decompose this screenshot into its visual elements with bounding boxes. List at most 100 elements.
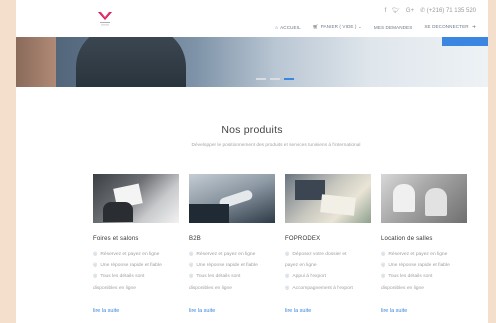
social-links: f 🐦︎ G+ ✆ (+216) 71 135 520 xyxy=(385,7,476,15)
feature-list: ◎ Réservez et payez en ligne ◎ Une réponse… xyxy=(381,249,469,294)
nav-accueil[interactable]: ⌂ ACCUEIL xyxy=(275,25,301,30)
feature-text: Réservez et payez en ligne xyxy=(196,252,256,257)
nav-panier[interactable]: 🛒︎ PANIER ( VIDE ) ⌄ xyxy=(313,24,362,30)
check-circle-icon: ◎ xyxy=(381,262,386,269)
check-circle-icon: ◎ xyxy=(93,262,98,269)
document-shape xyxy=(320,194,356,216)
hero-image-face xyxy=(16,37,56,87)
hero-image-person xyxy=(76,37,186,87)
check-circle-icon: ◎ xyxy=(189,251,194,257)
feature-item: ◎ Déposez votre dossier et xyxy=(285,249,373,260)
check-circle-icon: ◎ xyxy=(189,262,194,269)
product-title: Foires et salons xyxy=(93,236,139,242)
slider-dot[interactable] xyxy=(256,78,266,80)
feature-list: ◎ Réservez et payez en ligne ◎ Une réponse… xyxy=(189,249,277,294)
chevron-down-icon: ⌄ xyxy=(357,24,362,29)
suit-shape xyxy=(189,204,229,223)
feature-text: Tous les détails sont xyxy=(196,274,241,280)
feature-text: Accompagnement à l'export xyxy=(292,285,353,291)
nav-accueil-label: ACCUEIL xyxy=(280,24,301,30)
phone-icon: ✆ xyxy=(420,8,426,14)
check-circle-icon: ◎ xyxy=(285,284,290,291)
hero-button[interactable] xyxy=(442,37,488,46)
chair-shape xyxy=(425,188,447,216)
feature-item: ◎ Accompagnement à l'export xyxy=(285,283,373,294)
feature-item: ◎ Une réponse rapide et fiable xyxy=(381,260,469,271)
logout-icon: ➜ xyxy=(472,24,476,29)
phone-number: ✆ (+216) 71 135 520 xyxy=(420,7,476,14)
person-shape xyxy=(103,202,133,222)
check-circle-icon: ◎ xyxy=(285,251,290,257)
feature-item: ◎ Réservez et payez en ligne xyxy=(93,249,181,260)
product-card-foires: Foires et salons ◎ Réservez et payez en l… xyxy=(93,174,181,314)
nav-deconnecter[interactable]: SE DECONNECTER ➜ xyxy=(424,24,476,30)
product-title: B2B xyxy=(189,236,201,242)
product-card-foprodex: FOPRODEX ◎ Déposez votre dossier et payez… xyxy=(285,174,373,314)
nav-panier-label: PANIER ( VIDE ) xyxy=(320,24,357,29)
page: f 🐦︎ G+ ✆ (+216) 71 135 520 ⌂ ACCUEIL 🛒︎ P… xyxy=(16,0,488,323)
google-plus-icon[interactable]: G+ xyxy=(406,8,414,14)
nav-mes-demandes[interactable]: MES DEMANDES xyxy=(374,25,412,30)
product-image[interactable] xyxy=(381,174,467,223)
read-more-link[interactable]: lire la suite xyxy=(285,308,311,314)
product-title: Location de salles xyxy=(381,236,433,242)
feature-text: Appui à l'export xyxy=(292,274,326,280)
feature-text: disponibles en ligne xyxy=(189,285,232,291)
slider-dot[interactable] xyxy=(270,78,280,80)
products-grid: Foires et salons ◎ Réservez et payez en l… xyxy=(93,174,473,323)
feature-item: ◎ Tous les détails sont xyxy=(189,271,277,282)
feature-text: Réservez et payez en ligne xyxy=(100,252,160,257)
section-title: Nos produits xyxy=(221,124,283,136)
facebook-icon[interactable]: f xyxy=(385,8,387,14)
feature-text: Réservez et payez en ligne xyxy=(388,252,448,257)
nav-mes-demandes-label: MES DEMANDES xyxy=(373,24,413,30)
product-card-location: Location de salles ◎ Réservez et payez en… xyxy=(381,174,469,314)
top-bar: f 🐦︎ G+ ✆ (+216) 71 135 520 ⌂ ACCUEIL 🛒︎ P… xyxy=(16,0,488,37)
feature-item: ◎ Tous les détails sont xyxy=(93,271,181,282)
feature-item: ◎ Réservez et payez en ligne xyxy=(381,249,469,260)
feature-text: Déposez votre dossier et xyxy=(292,252,347,257)
feature-item: disponibles en ligne xyxy=(93,283,181,294)
product-card-b2b: B2B ◎ Réservez et payez en ligne ◎ Une rép… xyxy=(189,174,277,314)
main-nav: ⌂ ACCUEIL 🛒︎ PANIER ( VIDE ) ⌄ MES DEMANDE… xyxy=(275,24,476,30)
feature-text: Une réponse rapide et fiable xyxy=(388,263,450,269)
feature-text: disponibles en ligne xyxy=(381,285,424,291)
check-circle-icon: ◎ xyxy=(189,273,194,280)
feature-text: Tous les détails sont xyxy=(100,274,145,280)
check-circle-icon: ◎ xyxy=(93,273,98,280)
check-circle-icon: ◎ xyxy=(285,273,290,280)
read-more-link[interactable]: lire la suite xyxy=(93,308,119,314)
check-circle-icon: ◎ xyxy=(93,251,98,257)
feature-item: ◎ Réservez et payez en ligne xyxy=(189,249,277,260)
nav-deconnecter-label: SE DECONNECTER xyxy=(424,24,471,29)
feature-text: Une réponse rapide et fiable xyxy=(100,263,162,269)
chair-shape xyxy=(393,184,415,212)
feature-item: disponibles en ligne xyxy=(189,283,277,294)
check-circle-icon: ◎ xyxy=(381,273,386,280)
twitter-icon[interactable]: 🐦︎ xyxy=(392,7,400,14)
feature-text: disponibles en ligne xyxy=(93,285,136,291)
feature-item: ◎ Une réponse rapide et fiable xyxy=(93,260,181,271)
product-image[interactable] xyxy=(93,174,179,223)
product-image[interactable] xyxy=(189,174,275,223)
feature-text: Une réponse rapide et fiable xyxy=(196,263,258,269)
feature-item: ◎ Tous les détails sont xyxy=(381,271,469,282)
cart-icon: 🛒︎ xyxy=(312,24,319,29)
feature-text: payez en ligne xyxy=(285,263,317,269)
slider-dots xyxy=(256,78,294,80)
check-circle-icon: ◎ xyxy=(381,251,386,257)
feature-list: ◎ Réservez et payez en ligne ◎ Une réponse… xyxy=(93,249,181,294)
product-image[interactable] xyxy=(285,174,371,223)
product-title: FOPRODEX xyxy=(285,236,321,242)
read-more-link[interactable]: lire la suite xyxy=(381,308,407,314)
read-more-link[interactable]: lire la suite xyxy=(189,308,215,314)
phone-text: (+216) 71 135 520 xyxy=(426,8,476,14)
feature-text: Tous les détails sont xyxy=(388,274,433,280)
feature-list: ◎ Déposez votre dossier et payez en ligne… xyxy=(285,249,373,294)
section-subtitle: Développer le positionnement des produit… xyxy=(191,143,361,148)
logo[interactable] xyxy=(96,9,114,29)
laptop-shape xyxy=(295,180,325,200)
feature-item: ◎ Une réponse rapide et fiable xyxy=(189,260,277,271)
home-icon: ⌂ xyxy=(275,24,279,30)
slider-dot-active[interactable] xyxy=(284,78,294,80)
